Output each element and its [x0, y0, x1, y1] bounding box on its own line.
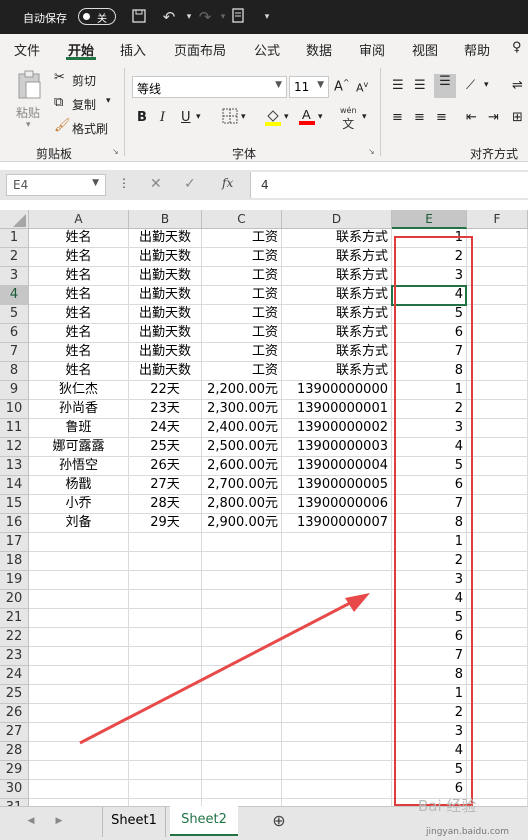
- annotation-arrow: [79, 593, 370, 745]
- watermark-logo: Bai 经验: [418, 797, 477, 815]
- sheet-tab-bar: ◀ ▶ Sheet1 Sheet2 ⊕ Bai 经验 jingyan.baidu…: [0, 797, 528, 840]
- watermark-url: jingyan.baidu.com: [426, 827, 510, 837]
- scroll-right-icon[interactable]: ▶: [52, 807, 66, 837]
- sheet-tab-2[interactable]: Sheet2: [170, 806, 238, 836]
- plus-circle-icon[interactable]: ⊕: [270, 807, 288, 837]
- scroll-left-icon[interactable]: ◀: [24, 807, 38, 837]
- sheet-tab-1[interactable]: Sheet1: [102, 807, 166, 837]
